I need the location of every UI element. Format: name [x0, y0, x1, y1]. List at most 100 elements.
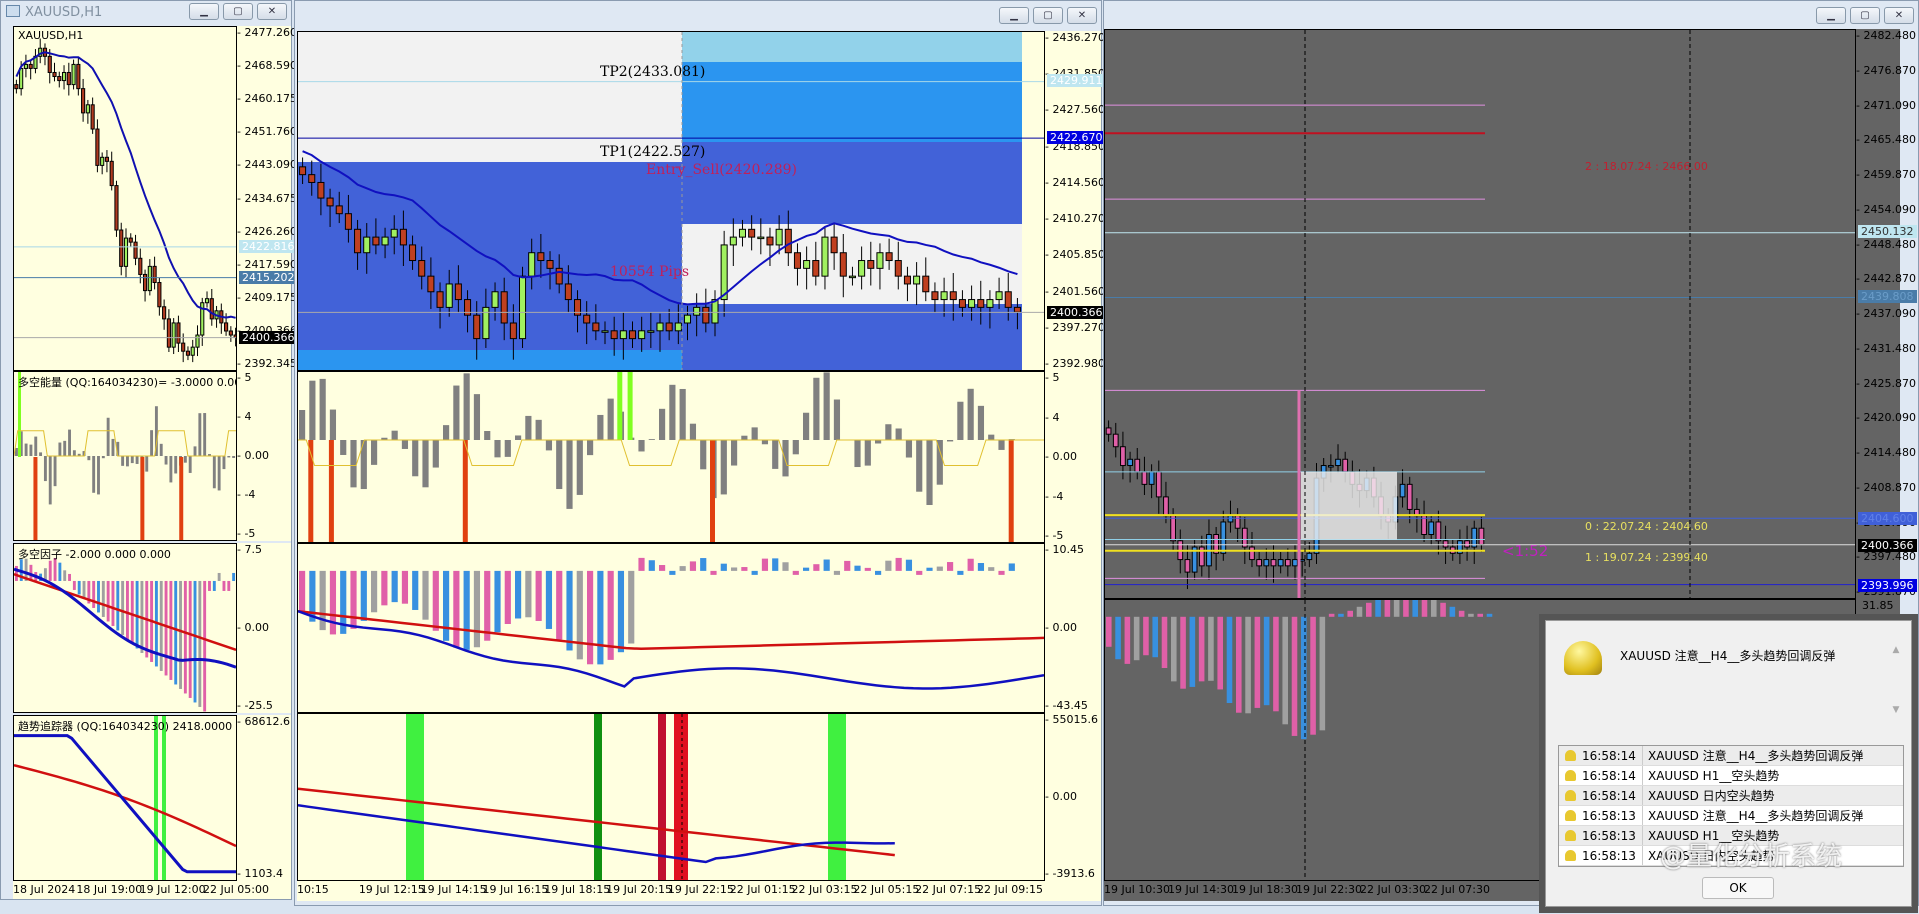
close-button[interactable]: ✕	[257, 3, 287, 20]
axis-tick-label: - 2454.090	[1856, 202, 1916, 216]
axis-tick-label: - 4	[237, 410, 252, 423]
price-axis[interactable]: - 2482.480 - 2476.870 - 2471.090 - 2465.480…	[1856, 29, 1917, 599]
candle	[372, 236, 380, 246]
histogram-bar	[72, 580, 76, 590]
candle	[390, 228, 398, 238]
message-scrollbar[interactable]: ▲ ▼	[1889, 645, 1903, 735]
candle	[90, 104, 95, 130]
indicator-pane-trend[interactable]: 趋势追踪器 (QQ:164034230) 2418.0000 4172.000	[13, 715, 237, 881]
minimize-button[interactable]: ▁	[999, 7, 1029, 24]
histogram-bar	[232, 456, 236, 458]
close-button[interactable]: ✕	[1884, 7, 1914, 24]
indicator-pane[interactable]	[1104, 599, 1856, 881]
range-box	[1301, 471, 1397, 540]
histogram-bar	[823, 372, 830, 440]
indicator-pane-energy[interactable]	[297, 371, 1045, 543]
candle	[19, 67, 24, 90]
close-button[interactable]: ✕	[1067, 7, 1097, 24]
histogram-bar	[1347, 610, 1353, 617]
candle	[157, 282, 162, 308]
histogram-bar	[97, 580, 100, 613]
histogram-bar	[741, 435, 748, 440]
candle	[1263, 559, 1270, 567]
histogram-bar	[222, 580, 226, 591]
histogram-bar	[484, 570, 491, 641]
histogram-bar	[947, 562, 954, 571]
histogram-bar	[463, 570, 470, 650]
indicator-pane-energy[interactable]: 多空能量 (QQ:164034230)= -3.0000 0.0000	[13, 371, 237, 541]
histogram-bar	[803, 412, 810, 440]
histogram-bar	[130, 580, 134, 644]
histogram-bar	[1245, 616, 1251, 714]
indicator-pane-trend[interactable]	[297, 713, 1045, 881]
minimize-button[interactable]: ▁	[1816, 7, 1846, 24]
histogram-bar	[659, 408, 666, 440]
chart-window-h1: XAUUSD,H1 ▁ ▢ ✕ XAUUSD,H1 - 2477.260- 2468…	[0, 0, 298, 900]
signal-bar	[462, 440, 468, 542]
time-tick-label: 19 Jul 20:15	[606, 883, 673, 896]
candle	[1270, 559, 1277, 567]
indicator-pane-factor[interactable]: 多空因子 -2.000 0.000 0.000	[13, 543, 237, 713]
histogram-bar	[299, 410, 306, 440]
histogram-bar	[597, 570, 604, 665]
axis-tick-label: - 2401.560	[1045, 284, 1105, 298]
ok-button[interactable]: OK	[1702, 877, 1774, 899]
price-pane[interactable]: 2 : 18.07.24 : 2466.00 0 : 22.07.24 : 24…	[1104, 29, 1856, 599]
indicator-pane-factor[interactable]	[297, 543, 1045, 713]
histogram-bar	[422, 570, 429, 620]
histogram-bar	[988, 434, 995, 440]
price-axis[interactable]: - 2436.270- 2431.850- 2427.560- 2418.850…	[1045, 31, 1106, 371]
histogram-bar	[188, 456, 192, 473]
histogram-bar	[463, 373, 470, 440]
histogram-bar	[29, 444, 33, 456]
candle	[138, 257, 143, 275]
histogram-bar	[217, 572, 221, 581]
candle	[1464, 540, 1470, 548]
indicator-label: 多空能量 (QQ:164034230)= -3.0000 0.0000	[18, 376, 236, 389]
histogram-bar	[957, 401, 964, 440]
histogram-bar	[360, 570, 367, 621]
minimize-button[interactable]: ▁	[189, 3, 219, 20]
histogram-bar	[63, 570, 67, 581]
signal-bar	[617, 372, 623, 440]
candle	[299, 166, 307, 176]
axis-tick-label: - 2436.270	[1045, 31, 1105, 44]
maximize-button[interactable]: ▢	[1850, 7, 1880, 24]
time-tick-label: 22 Jul 07:15	[915, 883, 982, 896]
histogram-bar	[772, 558, 779, 571]
histogram-bar	[443, 570, 450, 641]
axis-tick-label: - 5	[237, 371, 252, 384]
candle	[839, 252, 847, 277]
maximize-button[interactable]: ▢	[223, 3, 253, 20]
candle	[1399, 483, 1406, 498]
price-axis[interactable]: - 2477.260 - 2468.590 - 2460.175 - 2451.760…	[237, 26, 298, 371]
candle	[317, 181, 325, 199]
histogram-bar	[58, 562, 62, 581]
candle	[133, 241, 138, 259]
price-tag: 2429.911	[1047, 73, 1106, 87]
maximize-button[interactable]: ▢	[1033, 7, 1063, 24]
candle	[821, 236, 829, 277]
chart-window-m15: ▁ ▢ ✕ TP2(2433.081) TP1(2422.527) Entry_Se…	[294, 0, 1106, 906]
histogram-bar	[587, 570, 594, 665]
histogram-bar	[111, 580, 115, 626]
time-tick-label: 10:15	[297, 883, 329, 896]
axis-tick-label: - 2408.870	[1856, 480, 1916, 494]
candle	[1292, 559, 1298, 567]
histogram-bar	[1431, 600, 1437, 617]
time-tick-label: 19 Jul 22:15	[667, 883, 734, 896]
histogram-bar	[638, 440, 645, 452]
candle	[968, 299, 976, 308]
histogram-bar	[1180, 616, 1186, 689]
histogram-bar	[72, 450, 76, 456]
axis-tick-label: - 0.00	[237, 621, 269, 634]
price-pane[interactable]: XAUUSD,H1	[13, 26, 237, 371]
price-pane[interactable]: TP2(2433.081) TP1(2422.527) Entry_Sell(2…	[297, 31, 1045, 371]
signal-bar	[710, 440, 715, 542]
candle	[128, 237, 133, 243]
histogram-bar	[106, 580, 110, 622]
histogram-bar	[198, 413, 202, 456]
histogram-bar	[1384, 600, 1391, 617]
histogram-bar	[183, 456, 187, 463]
histogram-bar	[731, 567, 738, 571]
